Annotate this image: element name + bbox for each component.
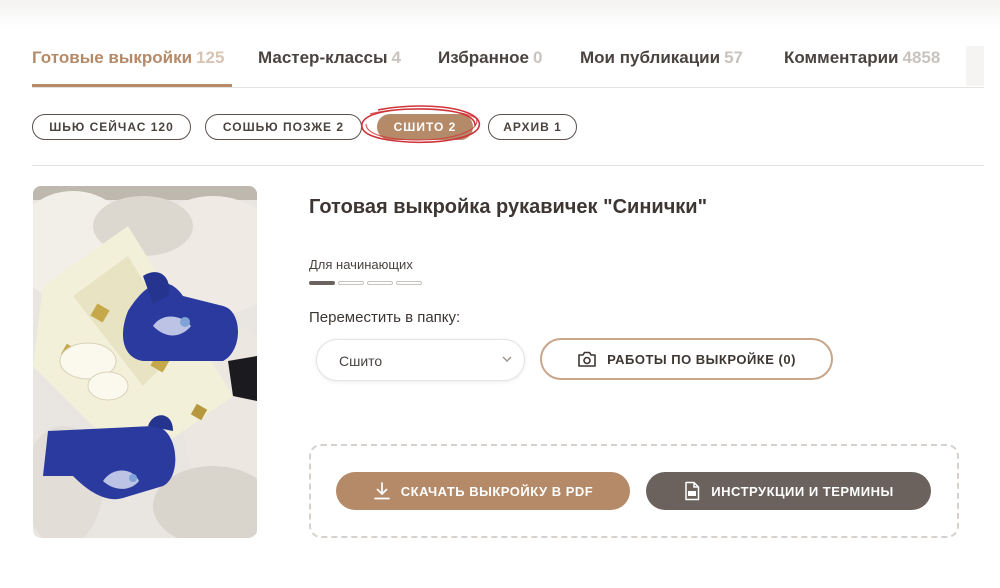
difficulty-indicator bbox=[309, 281, 422, 285]
chevron-down-icon bbox=[502, 356, 512, 362]
download-icon bbox=[373, 482, 390, 500]
instructions-label: ИНСТРУКЦИИ И ТЕРМИНЫ bbox=[711, 483, 894, 499]
tab-label: Избранное bbox=[438, 48, 529, 67]
tab-count: 4858 bbox=[902, 48, 941, 67]
top-shadow bbox=[0, 0, 1000, 30]
tab-ready-patterns[interactable]: Готовые выкройки 125 bbox=[32, 48, 224, 68]
tab-label: Мои публикации bbox=[580, 48, 721, 67]
pdf-file-icon bbox=[685, 481, 700, 501]
filter-sew-later[interactable]: СОШЬЮ ПОЗЖЕ 2 bbox=[205, 114, 362, 140]
profile-tabs: Готовые выкройки 125 Мастер-классы 4 Избра… bbox=[32, 46, 984, 88]
difficulty-bar bbox=[338, 281, 364, 285]
pattern-title[interactable]: Готовая выкройка рукавичек "Синички" bbox=[309, 196, 707, 219]
download-pdf-button[interactable]: СКАЧАТЬ ВЫКРОЙКУ В PDF bbox=[336, 472, 630, 510]
tab-master-classes[interactable]: Мастер-классы 4 bbox=[258, 48, 401, 68]
filter-archive[interactable]: АРХИВ 1 bbox=[488, 114, 577, 140]
mittens-photo-image bbox=[33, 186, 257, 538]
difficulty-bar bbox=[396, 281, 422, 285]
active-tab-underline bbox=[32, 84, 232, 87]
pattern-works-label: РАБОТЫ ПО ВЫКРОЙКЕ (0) bbox=[607, 351, 796, 367]
tabs-scroll-fade bbox=[966, 46, 984, 86]
tab-label: Комментарии bbox=[784, 48, 899, 67]
pattern-works-button[interactable]: РАБОТЫ ПО ВЫКРОЙКЕ (0) bbox=[540, 338, 833, 380]
difficulty-bar bbox=[309, 281, 335, 285]
tab-label: Готовые выкройки bbox=[32, 48, 193, 67]
download-pdf-label: СКАЧАТЬ ВЫКРОЙКУ В PDF bbox=[400, 483, 594, 499]
tab-count: 0 bbox=[532, 48, 543, 67]
difficulty-label: Для начинающих bbox=[309, 257, 413, 272]
tab-comments[interactable]: Комментарии 4858 bbox=[784, 48, 940, 68]
difficulty-bar bbox=[367, 281, 393, 285]
folder-select[interactable]: Сшито bbox=[316, 339, 525, 381]
instructions-button[interactable]: ИНСТРУКЦИИ И ТЕРМИНЫ bbox=[646, 472, 931, 510]
tab-count: 4 bbox=[391, 48, 401, 67]
camera-icon bbox=[578, 351, 596, 367]
tab-count: 57 bbox=[724, 48, 744, 67]
tab-label: Мастер-классы bbox=[258, 48, 388, 67]
move-to-folder-label: Переместить в папку: bbox=[309, 309, 461, 326]
tab-count: 125 bbox=[196, 48, 225, 67]
tab-my-publications[interactable]: Мои публикации 57 bbox=[580, 48, 743, 68]
status-filters: ШЬЮ СЕЙЧАС 120 СОШЬЮ ПОЗЖЕ 2 СШИТО 2 АРХ… bbox=[32, 114, 984, 166]
tab-favorites[interactable]: Избранное 0 bbox=[438, 48, 542, 68]
filter-sewn[interactable]: СШИТО 2 bbox=[377, 114, 473, 140]
pattern-photo[interactable] bbox=[33, 186, 257, 538]
filter-sewing-now[interactable]: ШЬЮ СЕЙЧАС 120 bbox=[32, 114, 191, 140]
folder-select-value: Сшито bbox=[339, 353, 383, 369]
